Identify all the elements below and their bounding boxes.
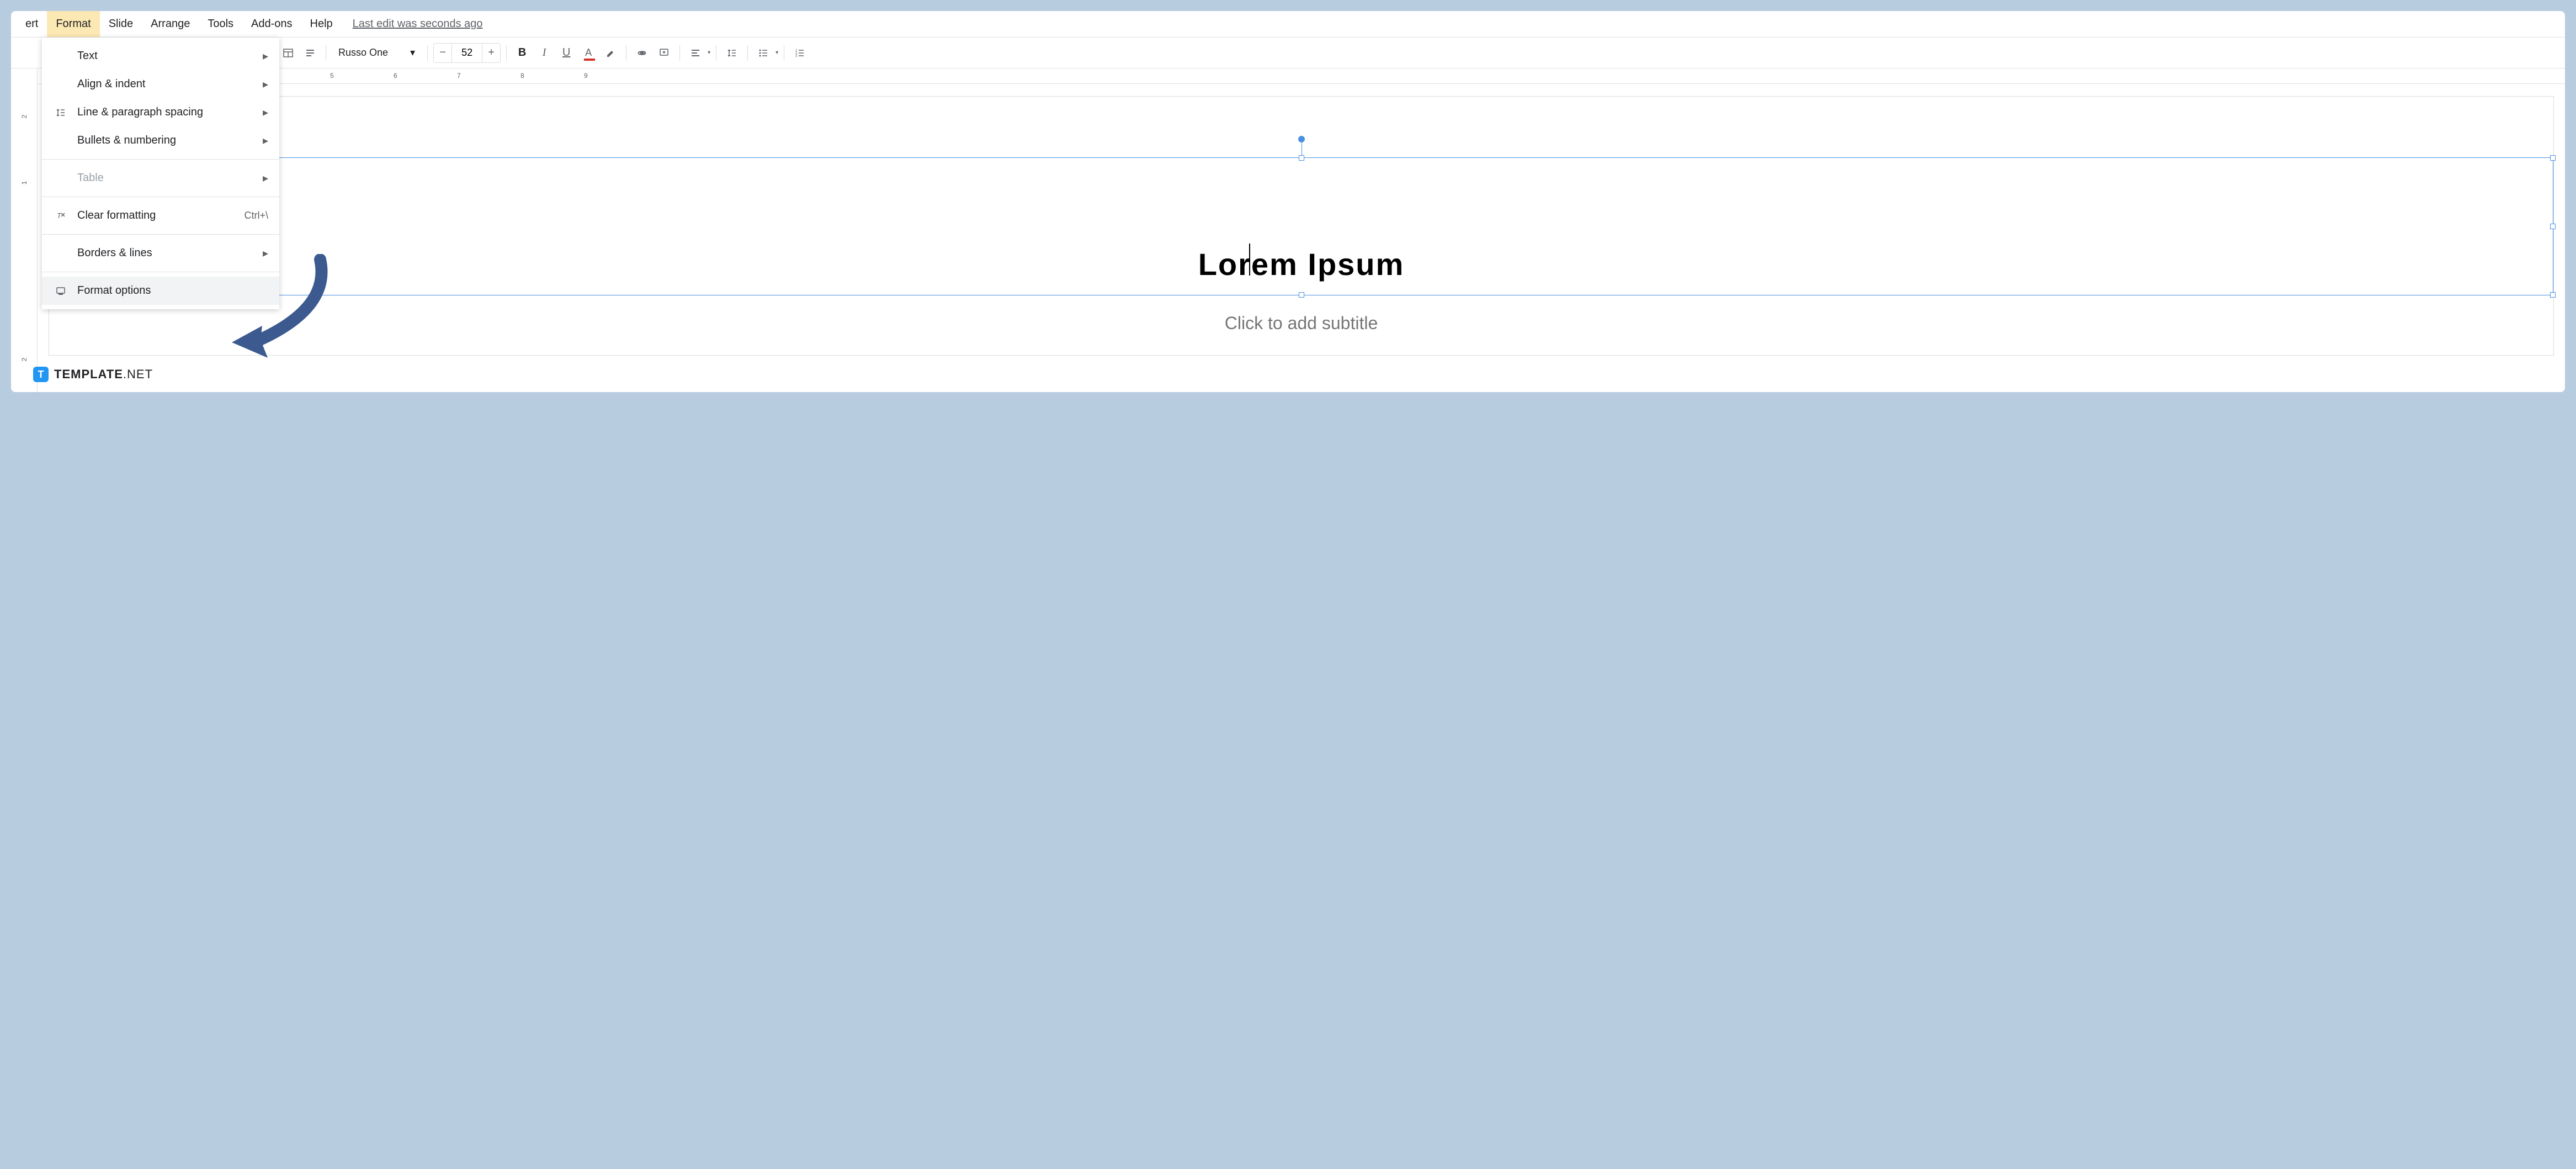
subtitle-placeholder[interactable]: Click to add subtitle xyxy=(49,306,2553,334)
submenu-arrow-icon: ▸ xyxy=(263,105,268,119)
last-edit-link[interactable]: Last edit was seconds ago xyxy=(353,18,483,30)
svg-text:T: T xyxy=(57,211,62,220)
resize-handle[interactable] xyxy=(2550,155,2556,161)
add-comment-button[interactable] xyxy=(654,43,674,63)
underline-button[interactable]: U xyxy=(556,43,576,63)
font-selector[interactable]: Russo One ▾ xyxy=(332,43,422,63)
text-cursor xyxy=(1249,244,1250,276)
theme-icon[interactable] xyxy=(300,43,320,63)
menu-table: Table ▸ xyxy=(42,164,279,192)
menu-addons[interactable]: Add-ons xyxy=(242,11,301,37)
menu-clear-formatting[interactable]: T Clear formatting Ctrl+\ xyxy=(42,202,279,230)
dropdown-arrow-icon: ▾ xyxy=(410,47,415,59)
submenu-arrow-icon: ▸ xyxy=(263,134,268,147)
horizontal-ruler: 1 2 3 4 5 6 7 8 9 xyxy=(38,68,2565,84)
decrease-font-button[interactable]: − xyxy=(434,44,452,62)
highlight-color-button[interactable] xyxy=(601,43,620,63)
submenu-arrow-icon: ▸ xyxy=(263,246,268,260)
dropdown-caret-icon: ▾ xyxy=(708,50,710,56)
rotate-handle[interactable] xyxy=(1298,136,1305,142)
toolbar: Russo One ▾ − + B I U A ▾ ▾ 123 xyxy=(11,38,2565,68)
svg-text:3: 3 xyxy=(795,55,798,58)
submenu-arrow-icon: ▸ xyxy=(263,171,268,185)
menu-help[interactable]: Help xyxy=(301,11,342,37)
format-options-icon xyxy=(53,286,68,296)
title-text[interactable]: Lorem Ipsum xyxy=(50,235,2553,293)
menu-arrange[interactable]: Arrange xyxy=(142,11,199,37)
line-spacing-icon xyxy=(53,107,68,118)
menu-borders-lines[interactable]: Borders & lines ▸ xyxy=(42,239,279,267)
slide[interactable]: Lorem Ipsum Click to add subtitle xyxy=(49,96,2554,356)
submenu-arrow-icon: ▸ xyxy=(263,77,268,91)
insert-link-button[interactable] xyxy=(632,43,652,63)
format-dropdown: Text ▸ Align & indent ▸ Line & paragraph… xyxy=(42,38,279,309)
resize-handle[interactable] xyxy=(1299,155,1304,161)
resize-handle[interactable] xyxy=(2550,224,2556,229)
menu-format-options[interactable]: Format options xyxy=(42,277,279,305)
font-name: Russo One xyxy=(338,47,388,59)
align-button[interactable] xyxy=(686,43,705,63)
clear-format-icon: T xyxy=(53,211,68,221)
app-window: ert Format Slide Arrange Tools Add-ons H… xyxy=(11,11,2565,392)
menu-align-indent[interactable]: Align & indent ▸ xyxy=(42,70,279,98)
layout-icon[interactable] xyxy=(278,43,298,63)
line-spacing-button[interactable] xyxy=(722,43,742,63)
vertical-ruler: 2 1 2 xyxy=(11,68,38,392)
menu-insert[interactable]: ert xyxy=(17,11,47,37)
bold-button[interactable]: B xyxy=(512,43,532,63)
submenu-arrow-icon: ▸ xyxy=(263,49,268,63)
menu-slide[interactable]: Slide xyxy=(100,11,142,37)
main-canvas[interactable]: 1 2 3 4 5 6 7 8 9 xyxy=(38,68,2565,392)
logo-icon: T xyxy=(33,367,49,382)
canvas-area: 2 1 2 1 2 3 4 5 6 7 8 9 xyxy=(11,68,2565,392)
font-size-group: − + xyxy=(433,43,501,63)
dropdown-caret-icon: ▾ xyxy=(776,50,778,56)
menu-text[interactable]: Text ▸ xyxy=(42,42,279,70)
increase-font-button[interactable]: + xyxy=(482,44,500,62)
title-textbox[interactable]: Lorem Ipsum xyxy=(49,157,2553,295)
bulleted-list-button[interactable] xyxy=(753,43,773,63)
italic-button[interactable]: I xyxy=(534,43,554,63)
shortcut-label: Ctrl+\ xyxy=(244,210,268,221)
menu-format[interactable]: Format xyxy=(47,11,99,37)
menu-divider xyxy=(42,234,279,235)
branding-logo: T TEMPLATE.NET xyxy=(33,367,153,382)
menu-bullets-numbering[interactable]: Bullets & numbering ▸ xyxy=(42,126,279,155)
menu-divider xyxy=(42,159,279,160)
menu-tools[interactable]: Tools xyxy=(199,11,242,37)
font-size-input[interactable] xyxy=(452,44,482,62)
menu-line-spacing[interactable]: Line & paragraph spacing ▸ xyxy=(42,98,279,126)
menubar: ert Format Slide Arrange Tools Add-ons H… xyxy=(11,11,2565,38)
text-color-button[interactable]: A xyxy=(578,43,598,63)
numbered-list-button[interactable]: 123 xyxy=(790,43,810,63)
